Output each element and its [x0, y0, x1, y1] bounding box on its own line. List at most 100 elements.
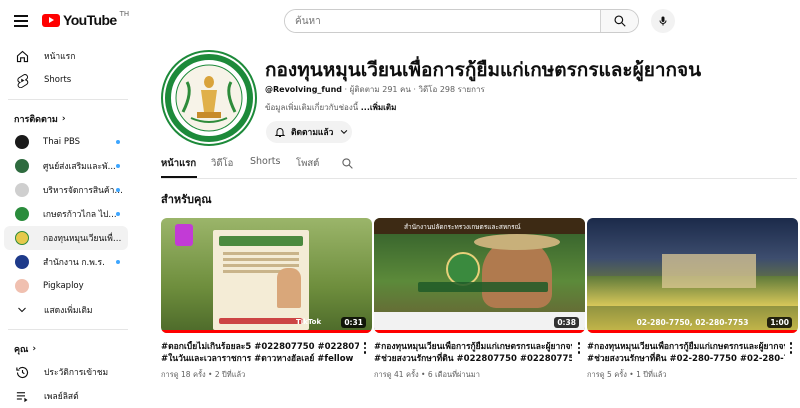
tab-videos[interactable]: วิดีโอ [211, 156, 233, 171]
sidebar-item-label: Shorts [44, 75, 72, 85]
subscription-label: Thai PBS [43, 137, 81, 147]
tiktok-watermark: TikTok [296, 318, 322, 326]
subscription-label: เกษตรก้าวไกล ไป... [43, 210, 117, 220]
chevron-right-icon: › [61, 114, 66, 124]
show-more-button[interactable]: แสดงเพิ่มเติม [4, 298, 128, 322]
sidebar-item-label: ประวัติการเข้าชม [44, 368, 109, 378]
channel-avatar [15, 183, 29, 197]
video-thumbnail[interactable]: 02-280-7750, 02-280-7753 1:00 [587, 218, 798, 333]
video-title-line: #กองทุนหมุนเวียนเพื่อการกู้ยืมแก่เกษตรกร… [374, 342, 572, 352]
more-actions-icon[interactable] [361, 341, 369, 355]
tab-posts[interactable]: โพสต์ [296, 156, 319, 171]
video-title-line: #ในวันและเวลาราชการ #ดาวหางฮัลเลย์ #fell… [161, 354, 354, 364]
show-more-label: แสดงเพิ่มเติม [44, 306, 93, 316]
video-duration: 1:00 [767, 317, 792, 328]
channel-description[interactable]: ข้อมูลเพิ่มเติมเกี่ยวกับช่องนี้ ...เพิ่ม… [265, 101, 396, 114]
sidebar-item-playlists[interactable]: เพลย์ลิสต์ [4, 384, 128, 408]
subscriptions-title: การติดตาม [14, 115, 58, 125]
thumbnail-footer [374, 312, 585, 330]
channel-avatar [15, 279, 29, 293]
description-text: ข้อมูลเพิ่มเติมเกี่ยวกับช่องนี้ [265, 103, 361, 112]
video-thumbnail[interactable]: TikTok 0:31 [161, 218, 372, 333]
video-title-line: #ช่วยสงวนรักษาที่ดิน #02-280-7750 #02-28… [587, 354, 785, 364]
watch-progress-bar [587, 330, 798, 333]
search-icon[interactable] [341, 155, 354, 174]
sidebar-item-label: เพลย์ลิสต์ [44, 392, 79, 402]
video-thumbnail[interactable]: สำนักงานปลัดกระทรวงเกษตรและสหกรณ์ 0:38 [374, 218, 585, 333]
tab-shorts[interactable]: Shorts [250, 156, 280, 167]
video-title-line: #ช่วยสงวนรักษาที่ดิน #022807750 #0228077… [374, 354, 572, 364]
subscription-item[interactable]: Thai PBS [4, 130, 128, 154]
sidebar-item-home[interactable]: หน้าแรก [4, 44, 128, 68]
search-input[interactable] [285, 10, 600, 32]
section-title: สำหรับคุณ [161, 193, 212, 206]
history-icon [14, 364, 30, 380]
subscription-item[interactable]: Pigkaploy [4, 274, 128, 298]
video-title[interactable]: #กองทุนหมุนเวียนเพื่อการกู้ยืมแก่เกษตรกร… [374, 341, 572, 365]
fund-seal-icon [446, 252, 480, 286]
voice-search-button[interactable] [651, 9, 675, 33]
thumbnail-phone-text: 02-280-7750, 02-280-7753 [636, 318, 749, 327]
sidebar-divider [8, 99, 128, 100]
menu-icon[interactable] [10, 10, 32, 32]
youtube-play-icon [42, 13, 60, 27]
more-actions-icon[interactable] [787, 341, 795, 355]
search-button[interactable] [600, 10, 638, 32]
new-content-dot [116, 188, 120, 192]
subscription-item[interactable]: บริหารจัดการสินค้าเ... [4, 178, 128, 202]
top-bar: YouTube TH [0, 0, 800, 42]
subscription-item[interactable]: สำนักงาน ก.พ.ร. [4, 250, 128, 274]
channel-handle: @Revolving_fund [265, 85, 343, 94]
active-tab-indicator [161, 176, 197, 178]
sidebar: หน้าแรก Shorts การติดตาม › Thai PBS ศูนย… [0, 42, 140, 404]
subscribed-button[interactable]: ติดตามแล้ว [266, 121, 352, 143]
chevron-down-icon [14, 302, 30, 318]
you-header[interactable]: คุณ › [14, 342, 36, 356]
new-content-dot [116, 212, 120, 216]
chevron-down-icon [339, 127, 349, 137]
channel-avatar [15, 231, 29, 245]
thumbnail-banner: สำนักงานปลัดกระทรวงเกษตรและสหกรณ์ [374, 218, 585, 234]
hand-sticker-icon [175, 224, 193, 246]
logo-text: YouTube [63, 12, 117, 28]
video-title-line: #ดอกเบี้ยไม่เกินร้อยละ5 #022807750 #0228… [161, 342, 359, 352]
subscriptions-header[interactable]: การติดตาม › [14, 112, 66, 126]
new-content-dot [116, 164, 120, 168]
subscription-item[interactable]: เกษตรก้าวไกล ไป... [4, 202, 128, 226]
more-actions-icon[interactable] [575, 341, 583, 355]
channel-avatar [15, 255, 29, 269]
sidebar-item-shorts[interactable]: Shorts [4, 68, 128, 92]
subscription-label: Pigkaploy [43, 281, 84, 291]
playlist-icon [14, 388, 30, 404]
tab-home[interactable]: หน้าแรก [161, 156, 196, 171]
subscription-label: สำนักงาน ก.พ.ร. [43, 258, 105, 268]
new-content-dot [116, 140, 120, 144]
channel-stats: ‧ ผู้ติดตาม 291 คน ‧ วิดีโอ 298 รายการ [342, 85, 485, 94]
subscription-item[interactable]: ศูนย์ส่งเสริมและพั... [4, 154, 128, 178]
channel-avatar [15, 135, 29, 149]
bell-icon [274, 126, 286, 138]
video-title[interactable]: #กองทุนหมุนเวียนเพื่อการกู้ยืมแก่เกษตรกร… [587, 341, 785, 365]
search-box [284, 9, 639, 33]
subscription-item-active[interactable]: กองทุนหมุนเวียนเพื่อ... [4, 226, 128, 250]
watch-progress-bar [374, 330, 585, 333]
video-meta: การดู 5 ครั้ง • 1 ปีที่แล้ว [587, 370, 667, 379]
channel-tabs: หน้าแรก วิดีโอ Shorts โพสต์ [161, 152, 797, 179]
channel-avatar [15, 207, 29, 221]
video-title-line: #กองทุนหมุนเวียนเพื่อการกู้ยืมแก่เกษตรกร… [587, 342, 785, 352]
sidebar-item-history[interactable]: ประวัติการเข้าชม [4, 360, 128, 384]
description-more-link[interactable]: ...เพิ่มเติม [361, 103, 397, 112]
thumbnail-caption [418, 282, 548, 292]
channel-logo[interactable] [161, 50, 257, 146]
youtube-logo[interactable]: YouTube TH [42, 10, 129, 28]
video-title[interactable]: #ดอกเบี้ยไม่เกินร้อยละ5 #022807750 #0228… [161, 341, 359, 365]
subscription-label: บริหารจัดการสินค้าเ... [43, 186, 125, 196]
you-title: คุณ [14, 345, 29, 355]
channel-title: กองทุนหมุนเวียนเพื่อการกู้ยืมแก่เกษตรกรแ… [265, 59, 702, 81]
channel-meta: @Revolving_fund ‧ ผู้ติดตาม 291 คน ‧ วิด… [265, 83, 485, 96]
sidebar-divider [8, 329, 128, 330]
subscription-label: กองทุนหมุนเวียนเพื่อ... [43, 234, 125, 244]
video-duration: 0:31 [341, 317, 366, 328]
channel-avatar [15, 159, 29, 173]
microphone-icon [659, 16, 667, 26]
